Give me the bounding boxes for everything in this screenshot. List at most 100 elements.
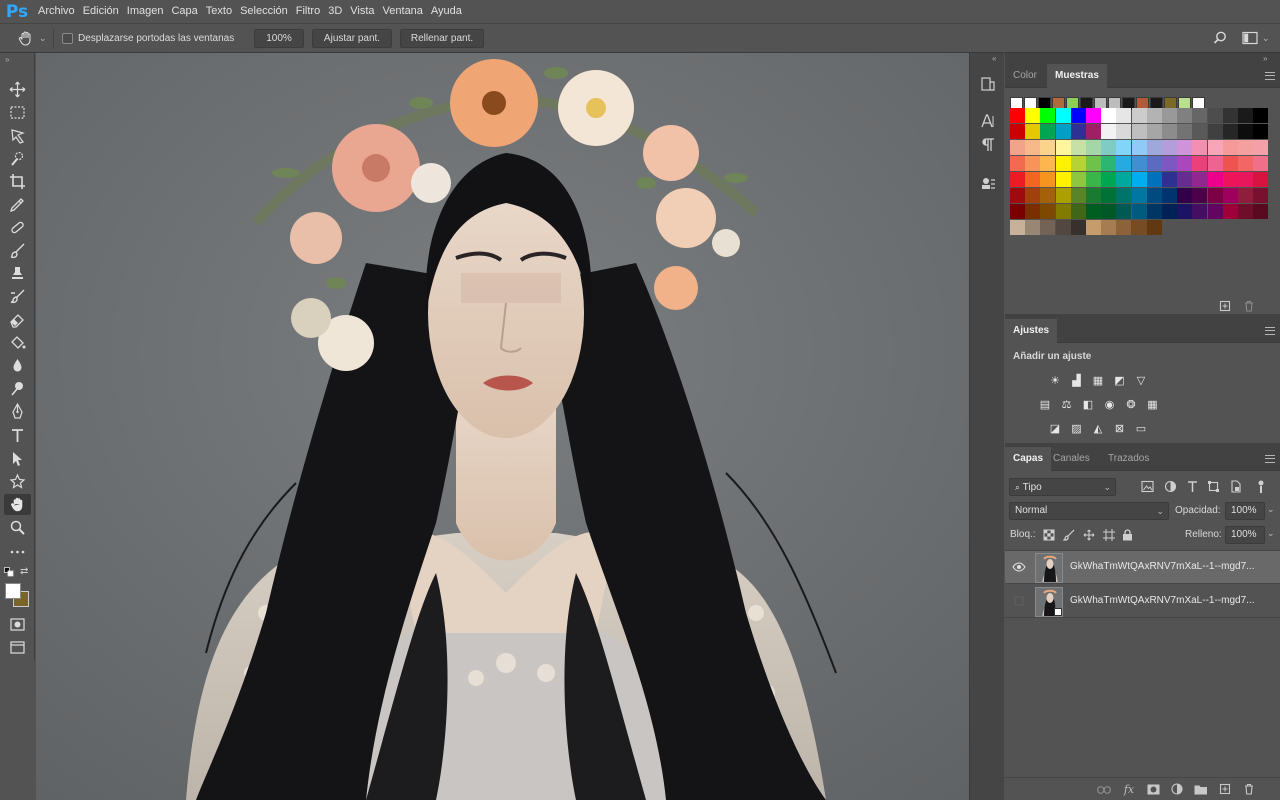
color-swatch[interactable] — [1253, 140, 1269, 155]
color-swatch[interactable] — [1192, 124, 1208, 139]
color-swatch[interactable] — [1238, 140, 1253, 155]
crop-tool-icon[interactable] — [4, 171, 31, 192]
lock-transparent-pixels-icon[interactable] — [1043, 529, 1055, 544]
color-swatch[interactable] — [1040, 204, 1056, 219]
color-swatch[interactable] — [1116, 140, 1132, 155]
blend-mode-select[interactable]: Normal ⌄ — [1009, 502, 1169, 520]
color-swatch[interactable] — [1086, 204, 1101, 219]
menu-ayuda[interactable]: Ayuda — [427, 0, 466, 23]
color-swatch[interactable] — [1086, 188, 1101, 203]
fill-screen-button[interactable]: Rellenar pant. — [400, 29, 484, 48]
layers-panel-menu-icon[interactable] — [1265, 455, 1275, 463]
color-swatch[interactable] — [1192, 108, 1208, 123]
foreground-color-swatch[interactable] — [5, 583, 21, 599]
color-swatch[interactable] — [1040, 220, 1056, 235]
color-swatch[interactable] — [1101, 140, 1117, 155]
color-swatch[interactable] — [1222, 156, 1238, 171]
hue-saturation-icon[interactable]: ▤ — [1037, 397, 1053, 411]
color-swatch[interactable] — [1253, 108, 1269, 123]
color-swatch[interactable] — [1131, 172, 1147, 187]
quick-selection-tool-icon[interactable] — [4, 148, 31, 169]
color-swatch[interactable] — [1101, 172, 1117, 187]
color-swatch[interactable] — [1192, 140, 1208, 155]
hand-tool-preset-icon[interactable] — [17, 30, 35, 51]
color-swatch[interactable] — [1101, 204, 1117, 219]
color-swatch[interactable] — [1025, 188, 1041, 203]
layer-row[interactable]: GkWhaTmWtQAxRNV7mXaL--1--mgd7... — [1005, 585, 1280, 618]
menu-capa[interactable]: Capa — [167, 0, 201, 23]
expand-panels-icon[interactable]: « — [992, 54, 996, 63]
color-swatch[interactable] — [1010, 188, 1025, 203]
color-swatch[interactable] — [1070, 220, 1086, 235]
color-swatch[interactable] — [1040, 172, 1056, 187]
workspace-chevron-down-icon[interactable]: ⌄ — [1262, 33, 1270, 44]
color-swatch[interactable] — [1070, 124, 1086, 139]
color-swatch[interactable] — [1207, 204, 1223, 219]
quick-mask-icon[interactable] — [4, 614, 31, 635]
history-brush-tool-icon[interactable] — [4, 286, 31, 307]
color-swatch[interactable] — [1055, 156, 1071, 171]
filter-smart-objects-icon[interactable] — [1229, 480, 1242, 496]
dodge-tool-icon[interactable] — [4, 378, 31, 399]
color-swatch[interactable] — [1040, 188, 1056, 203]
new-layer-icon[interactable] — [1217, 781, 1233, 797]
tab-muestras[interactable]: Muestras — [1047, 64, 1107, 88]
color-swatch[interactable] — [1238, 204, 1253, 219]
color-swatch[interactable] — [1207, 124, 1223, 139]
link-layers-icon[interactable] — [1096, 782, 1112, 798]
adjustments-panel-menu-icon[interactable] — [1265, 327, 1275, 335]
menu-seleccion[interactable]: Selección — [236, 0, 292, 23]
menu-archivo[interactable]: Archivo — [34, 0, 79, 23]
posterize-icon[interactable]: ▨ — [1069, 421, 1085, 435]
color-swatch[interactable] — [1086, 220, 1101, 235]
scroll-all-windows-checkbox[interactable] — [62, 33, 73, 44]
color-swatch[interactable] — [1010, 204, 1025, 219]
color-swatch[interactable] — [1116, 156, 1132, 171]
color-swatch[interactable] — [1177, 124, 1193, 139]
color-swatch[interactable] — [1162, 140, 1177, 155]
visibility-eye-icon[interactable] — [1012, 561, 1026, 573]
delete-layer-icon[interactable] — [1241, 781, 1257, 797]
delete-swatch-icon[interactable] — [1243, 300, 1255, 315]
curves-icon[interactable]: ▦ — [1090, 373, 1106, 387]
brightness-icon[interactable]: ☀ — [1047, 373, 1063, 387]
eyedropper-tool-icon[interactable] — [4, 194, 31, 215]
channel-mixer-icon[interactable]: ❂ — [1123, 397, 1139, 411]
lock-all-icon[interactable] — [1122, 529, 1133, 544]
color-swatch[interactable] — [1070, 204, 1086, 219]
menu-texto[interactable]: Texto — [202, 0, 236, 23]
color-swatch[interactable] — [1222, 188, 1238, 203]
color-swatch[interactable] — [1055, 172, 1071, 187]
properties-panel-icon[interactable] — [973, 171, 1002, 195]
history-panel-icon[interactable] — [973, 72, 1002, 96]
black-white-icon[interactable]: ◧ — [1080, 397, 1096, 411]
color-swatch[interactable] — [1040, 140, 1056, 155]
color-swatch[interactable] — [1055, 124, 1071, 139]
fill-input[interactable]: 100% — [1225, 526, 1265, 544]
filter-adjustment-layers-icon[interactable] — [1164, 480, 1177, 496]
color-swatch[interactable] — [1040, 124, 1056, 139]
color-swatch[interactable] — [1253, 204, 1269, 219]
color-swatch[interactable] — [1101, 156, 1117, 171]
threshold-icon[interactable]: ◭ — [1090, 421, 1106, 435]
color-swatch[interactable] — [1192, 188, 1208, 203]
color-swatch[interactable] — [1131, 124, 1147, 139]
new-adjustment-layer-icon[interactable] — [1169, 781, 1185, 797]
menu-ventana[interactable]: Ventana — [379, 0, 427, 23]
color-swatch[interactable] — [1116, 204, 1132, 219]
color-swatch[interactable] — [1025, 172, 1041, 187]
color-swatch[interactable] — [1025, 108, 1041, 123]
color-swatch[interactable] — [1040, 156, 1056, 171]
color-swatch[interactable] — [1131, 188, 1147, 203]
color-swatch[interactable] — [1086, 124, 1101, 139]
lock-position-icon[interactable] — [1083, 529, 1095, 544]
color-swatch[interactable] — [1222, 204, 1238, 219]
menu-filtro[interactable]: Filtro — [292, 0, 324, 23]
color-swatch[interactable] — [1131, 108, 1147, 123]
color-swatch[interactable] — [1055, 188, 1071, 203]
lock-image-pixels-icon[interactable] — [1062, 529, 1075, 544]
color-swatch[interactable] — [1086, 140, 1101, 155]
screen-mode-icon[interactable] — [4, 637, 31, 658]
color-swatch[interactable] — [1253, 156, 1269, 171]
color-swatch[interactable] — [1238, 124, 1253, 139]
